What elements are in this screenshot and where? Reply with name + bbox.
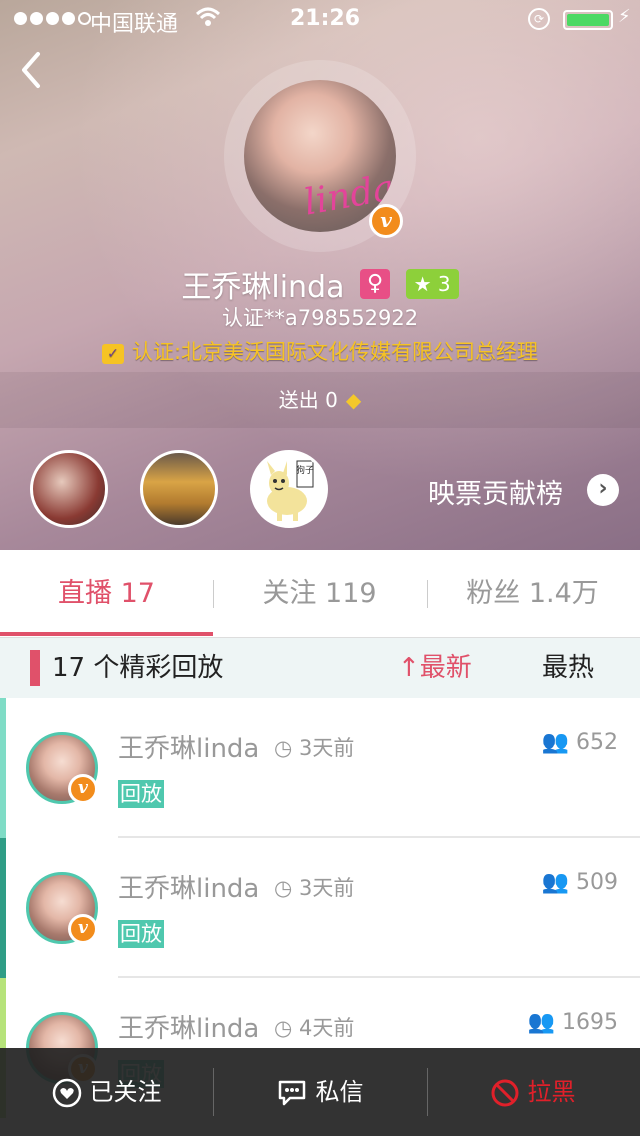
status-bar: 中国联通 21:26 ⟳ ⚡	[0, 0, 640, 40]
name-row: 王乔琳linda ♀ ★ 3	[0, 262, 640, 306]
people-icon: 👥	[541, 870, 569, 895]
active-tab-indicator	[0, 632, 213, 636]
verified-v-icon: v	[68, 914, 98, 944]
item-viewers: 👥 1695	[528, 1010, 618, 1035]
item-time-label: 3天前	[299, 876, 355, 900]
list-item[interactable]: v 王乔琳linda ◷ 3天前 👥 652 回放	[0, 698, 640, 838]
clock-icon: ◷	[274, 1016, 293, 1040]
certification-line: ✓ 认证:北京美沃国际文化传媒有限公司总经理	[0, 336, 640, 366]
viewer-count: 1695	[562, 1010, 618, 1035]
profile-tabs: 直播 17 关注 119 粉丝 1.4万	[0, 550, 640, 638]
profile-avatar[interactable]: linda v	[224, 60, 416, 252]
certification-text: 认证:北京美沃国际文化传媒有限公司总经理	[131, 340, 539, 364]
item-user-name: 王乔琳linda	[118, 734, 260, 764]
sort-newest-button[interactable]: ↑最新	[398, 638, 472, 698]
item-time-label: 4天前	[299, 1016, 355, 1040]
contributor-avatar[interactable]	[30, 450, 108, 528]
certified-icon: ✓	[101, 344, 124, 364]
follow-label: 已关注	[89, 1078, 162, 1106]
clock: 21:26	[290, 6, 361, 31]
clock-icon: ◷	[274, 876, 293, 900]
section-marker	[30, 650, 40, 686]
signal-icon	[14, 12, 91, 25]
alpaca-icon: 狗子	[267, 460, 314, 521]
chevron-right-icon[interactable]: ›	[587, 474, 619, 506]
user-name: 王乔琳linda	[181, 270, 345, 305]
female-icon: ♀	[360, 269, 391, 299]
tab-following[interactable]: 关注 119	[213, 550, 426, 638]
chat-bubble-icon	[278, 1080, 305, 1106]
follow-button[interactable]: 已关注	[0, 1048, 213, 1136]
item-viewers: 👥 652	[542, 730, 618, 755]
item-viewers: 👥 509	[542, 870, 618, 895]
level-value: 3	[437, 272, 451, 296]
item-time: ◷ 4天前	[274, 1012, 354, 1042]
item-time: ◷ 3天前	[274, 872, 354, 902]
sent-count: 送出 0	[278, 388, 338, 412]
replay-tag: 回放	[118, 780, 164, 808]
block-label: 拉黑	[527, 1078, 576, 1106]
item-side-bar	[0, 698, 6, 838]
replay-section-header: 17 个精彩回放 ↑最新 最热	[0, 638, 640, 698]
clock-icon: ◷	[274, 736, 293, 760]
wifi-icon	[195, 6, 221, 33]
verified-v-icon: v	[68, 774, 98, 804]
viewer-count: 509	[576, 870, 618, 895]
item-user-name: 王乔琳linda	[118, 874, 260, 904]
contributor-avatar[interactable]	[140, 450, 218, 528]
battery-icon	[563, 10, 613, 30]
list-item[interactable]: v 王乔琳linda ◷ 3天前 👥 509 回放	[0, 838, 640, 978]
item-side-bar	[0, 838, 6, 978]
contribution-list[interactable]: 狗子 映票贡献榜 ›	[0, 448, 640, 532]
profile-header: 中国联通 21:26 ⟳ ⚡ linda v 王乔琳linda ♀ ★ 3 认证…	[0, 0, 640, 550]
sent-bar: 送出 0 ◆	[0, 372, 640, 428]
verified-v-icon: v	[369, 204, 403, 238]
item-time: ◷ 3天前	[274, 732, 354, 762]
star-icon: ★	[413, 272, 432, 296]
level-badge: ★ 3	[405, 269, 459, 299]
contribution-label[interactable]: 映票贡献榜	[428, 472, 563, 511]
section-title: 17 个精彩回放	[52, 653, 224, 683]
tab-fans[interactable]: 粉丝 1.4万	[426, 550, 639, 638]
tab-live[interactable]: 直播 17	[0, 550, 213, 638]
block-icon	[491, 1079, 518, 1107]
sign-text: 狗子	[296, 464, 314, 476]
arrow-up-icon: ↑	[398, 653, 420, 683]
user-id: 认证**a798552922	[221, 306, 419, 330]
block-button[interactable]: 拉黑	[426, 1048, 639, 1136]
bottom-action-bar: 已关注 私信 拉黑	[0, 1048, 640, 1136]
charging-icon: ⚡	[618, 6, 631, 27]
sort-newest-label: 最新	[419, 653, 472, 683]
rotation-lock-icon: ⟳	[528, 8, 550, 30]
viewer-count: 652	[576, 730, 618, 755]
replay-tag: 回放	[118, 920, 164, 948]
people-icon: 👥	[527, 1010, 555, 1035]
diamond-icon: ◆	[345, 388, 362, 412]
contributor-avatar[interactable]: 狗子	[250, 450, 328, 528]
item-user-name: 王乔琳linda	[118, 1014, 260, 1044]
message-label: 私信	[315, 1078, 364, 1106]
chevron-left-icon	[22, 52, 40, 88]
back-button[interactable]	[16, 48, 56, 92]
sort-hottest-button[interactable]: 最热	[542, 638, 594, 698]
item-time-label: 3天前	[299, 736, 355, 760]
message-button[interactable]: 私信	[213, 1048, 426, 1136]
carrier-name: 中国联通	[90, 12, 179, 37]
people-icon: 👥	[541, 730, 569, 755]
heart-icon	[52, 1078, 81, 1108]
